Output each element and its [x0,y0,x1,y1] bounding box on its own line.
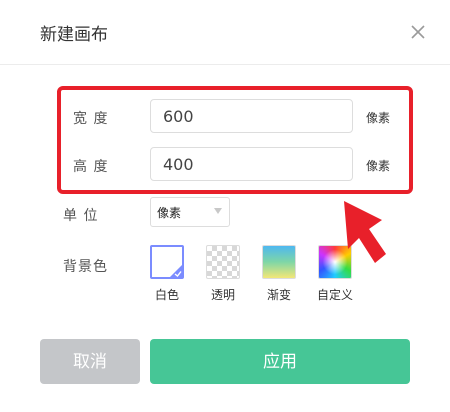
unit-label: 单 位 [63,208,99,224]
red-highlight-box [57,86,413,194]
new-canvas-dialog: 新建画布 宽 度 像素 高 度 像素 单 位 像素 背景色 白色 透明 渐变 自… [0,0,450,412]
swatch-label-gradient: 渐变 [266,288,291,302]
caret-down-icon [214,208,222,214]
close-icon[interactable] [406,20,430,44]
red-arrow-icon [344,201,386,263]
swatch-gradient[interactable] [262,245,296,279]
unit-select-value: 像素 [157,206,182,220]
swatch-transparent[interactable] [206,245,240,279]
cancel-button[interactable]: 取消 [40,339,140,384]
swatch-label-white: 白色 [154,288,179,302]
dialog-title: 新建画布 [40,25,108,45]
dialog-header: 新建画布 [0,0,450,65]
background-color-label: 背景色 [63,259,108,275]
swatch-white[interactable] [150,245,184,279]
check-icon [169,264,183,278]
unit-select[interactable]: 像素 [150,197,230,227]
swatch-label-custom: 自定义 [316,288,353,302]
apply-button[interactable]: 应用 [150,339,410,384]
swatch-label-transparent: 透明 [210,288,235,302]
